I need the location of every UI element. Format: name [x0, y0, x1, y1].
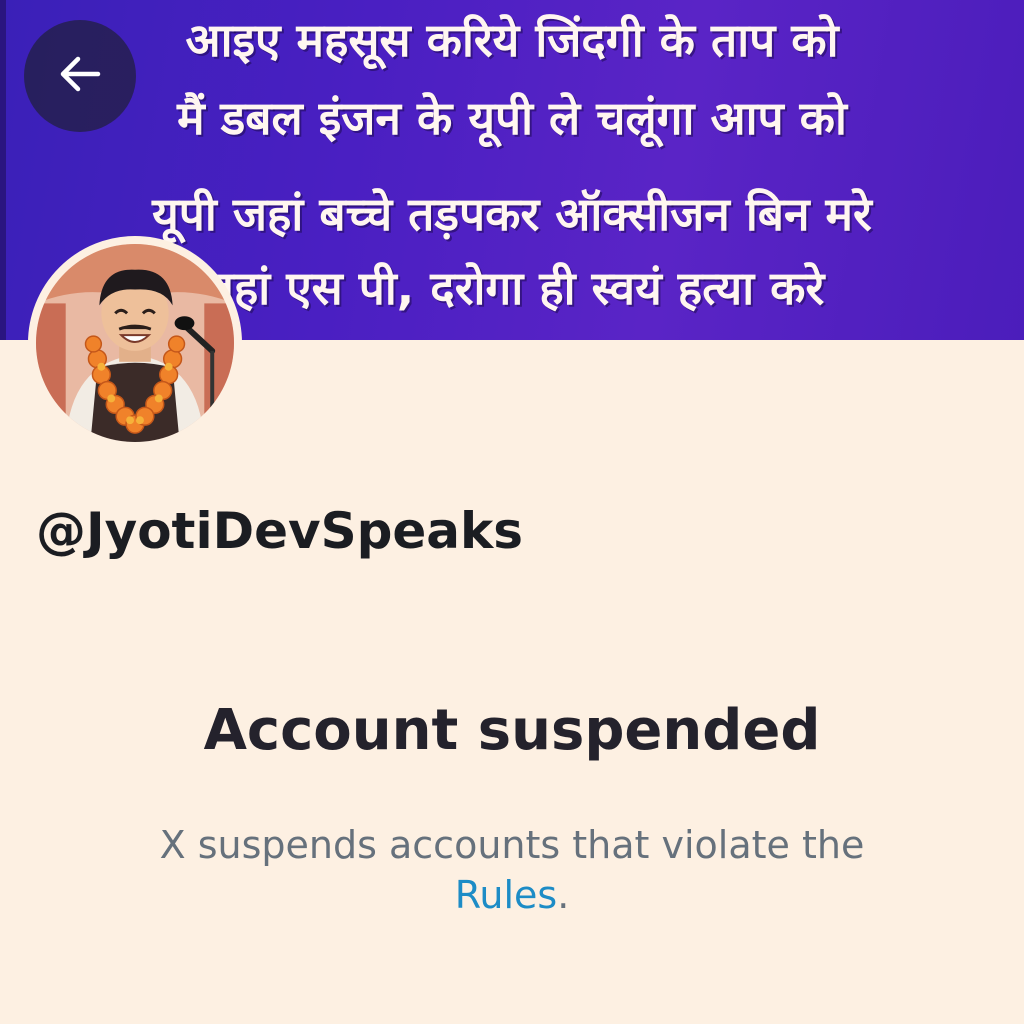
- banner-text-line-1: आइए महसूस करिये जिंदगी के ताप को: [185, 13, 839, 67]
- suspension-message-period: .: [557, 873, 570, 917]
- arrow-left-icon: [52, 46, 108, 106]
- suspension-message-text: X suspends accounts that violate the: [159, 823, 865, 867]
- profile-avatar-image: [36, 244, 234, 442]
- suspension-title: Account suspended: [203, 698, 821, 763]
- avatar[interactable]: [28, 236, 242, 450]
- banner-text-line-3: यूपी जहां बच्चे तड़पकर ऑक्सीजन बिन मरे: [152, 187, 872, 241]
- banner-text-line-2: मैं डबल इंजन के यूपी ले चलूंगा आप को: [177, 91, 847, 145]
- rules-link[interactable]: Rules: [455, 873, 558, 917]
- suspension-message: X suspends accounts that violate the Rul…: [0, 820, 1024, 920]
- back-button[interactable]: [24, 20, 136, 132]
- profile-handle: @JyotiDevSpeaks: [36, 502, 524, 560]
